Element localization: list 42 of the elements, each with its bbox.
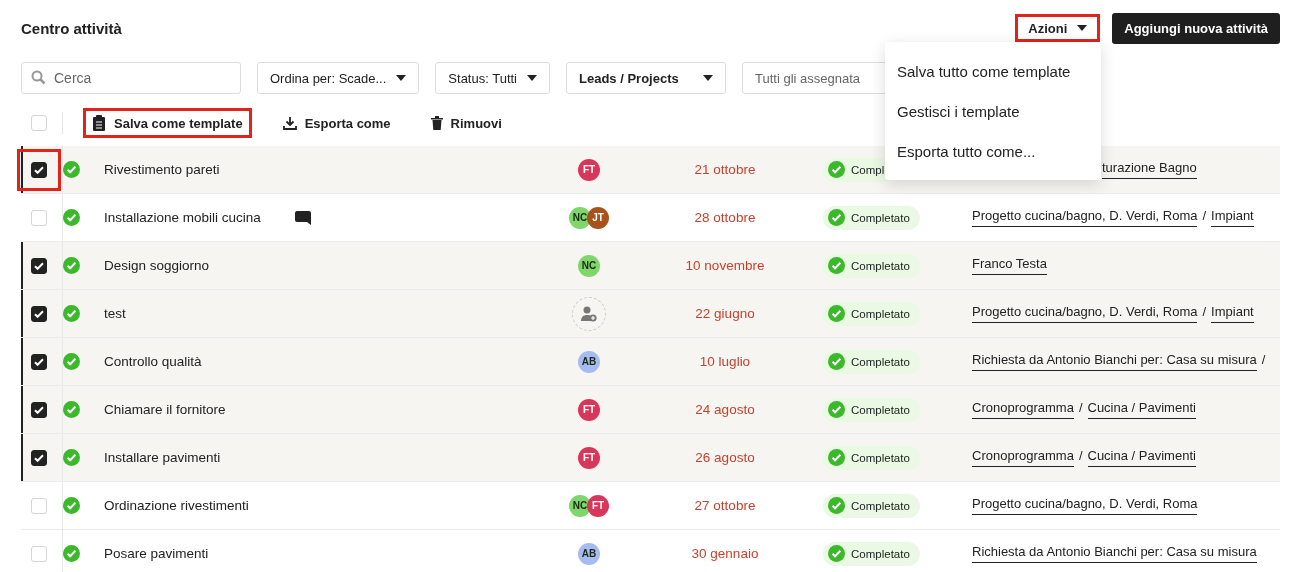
path-separator: / (1202, 208, 1207, 225)
due-date: 10 luglio (698, 354, 752, 369)
task-name: Posare pavimenti (104, 546, 209, 561)
avatar: NC (569, 206, 591, 229)
avatar: FT (578, 446, 600, 469)
path-separator: / (1078, 400, 1083, 417)
avatar: AB (578, 350, 600, 373)
page-title: Centro attività (21, 19, 123, 37)
task-name: Installazione mobili cucina (104, 210, 261, 225)
path-separator: / (1078, 448, 1083, 465)
due-date: 21 ottobre (693, 162, 757, 177)
task-name: Design soggiorno (104, 258, 210, 273)
due-date: 10 novembre (684, 258, 766, 273)
avatar: NC (569, 494, 591, 517)
path-separator: / (1261, 352, 1266, 369)
status-badge: Completato (823, 349, 920, 374)
task-name: Controllo qualità (104, 354, 202, 369)
due-date: 26 agosto (694, 450, 756, 465)
due-date: 24 agosto (694, 402, 756, 417)
avatar: FT (587, 494, 609, 517)
status-badge: Completato (823, 445, 920, 470)
status-badge: Completato (823, 397, 920, 422)
avatar: FT (578, 398, 600, 421)
due-date: 28 ottobre (693, 210, 757, 225)
avatar: FT (578, 158, 600, 181)
task-name: Ordinazione rivestimenti (104, 498, 249, 513)
task-name: test (104, 306, 126, 321)
status-badge: Completato (823, 493, 920, 518)
due-date: 27 ottobre (693, 498, 757, 513)
due-date: 30 gennaio (690, 546, 760, 561)
status-badge: Completato (823, 205, 920, 230)
status-badge: Completato (823, 253, 920, 278)
avatar: AB (578, 542, 600, 565)
task-name: Installare pavimenti (104, 450, 221, 465)
avatar: NC (578, 254, 600, 277)
avatar: JT (587, 206, 609, 229)
path-separator: / (1202, 304, 1207, 321)
status-badge: Completato (823, 541, 920, 566)
task-name: Chiamare il fornitore (104, 402, 226, 417)
task-name: Rivestimento pareti (104, 162, 220, 177)
status-badge: Completato (823, 301, 920, 326)
due-date: 22 giugno (694, 306, 756, 321)
